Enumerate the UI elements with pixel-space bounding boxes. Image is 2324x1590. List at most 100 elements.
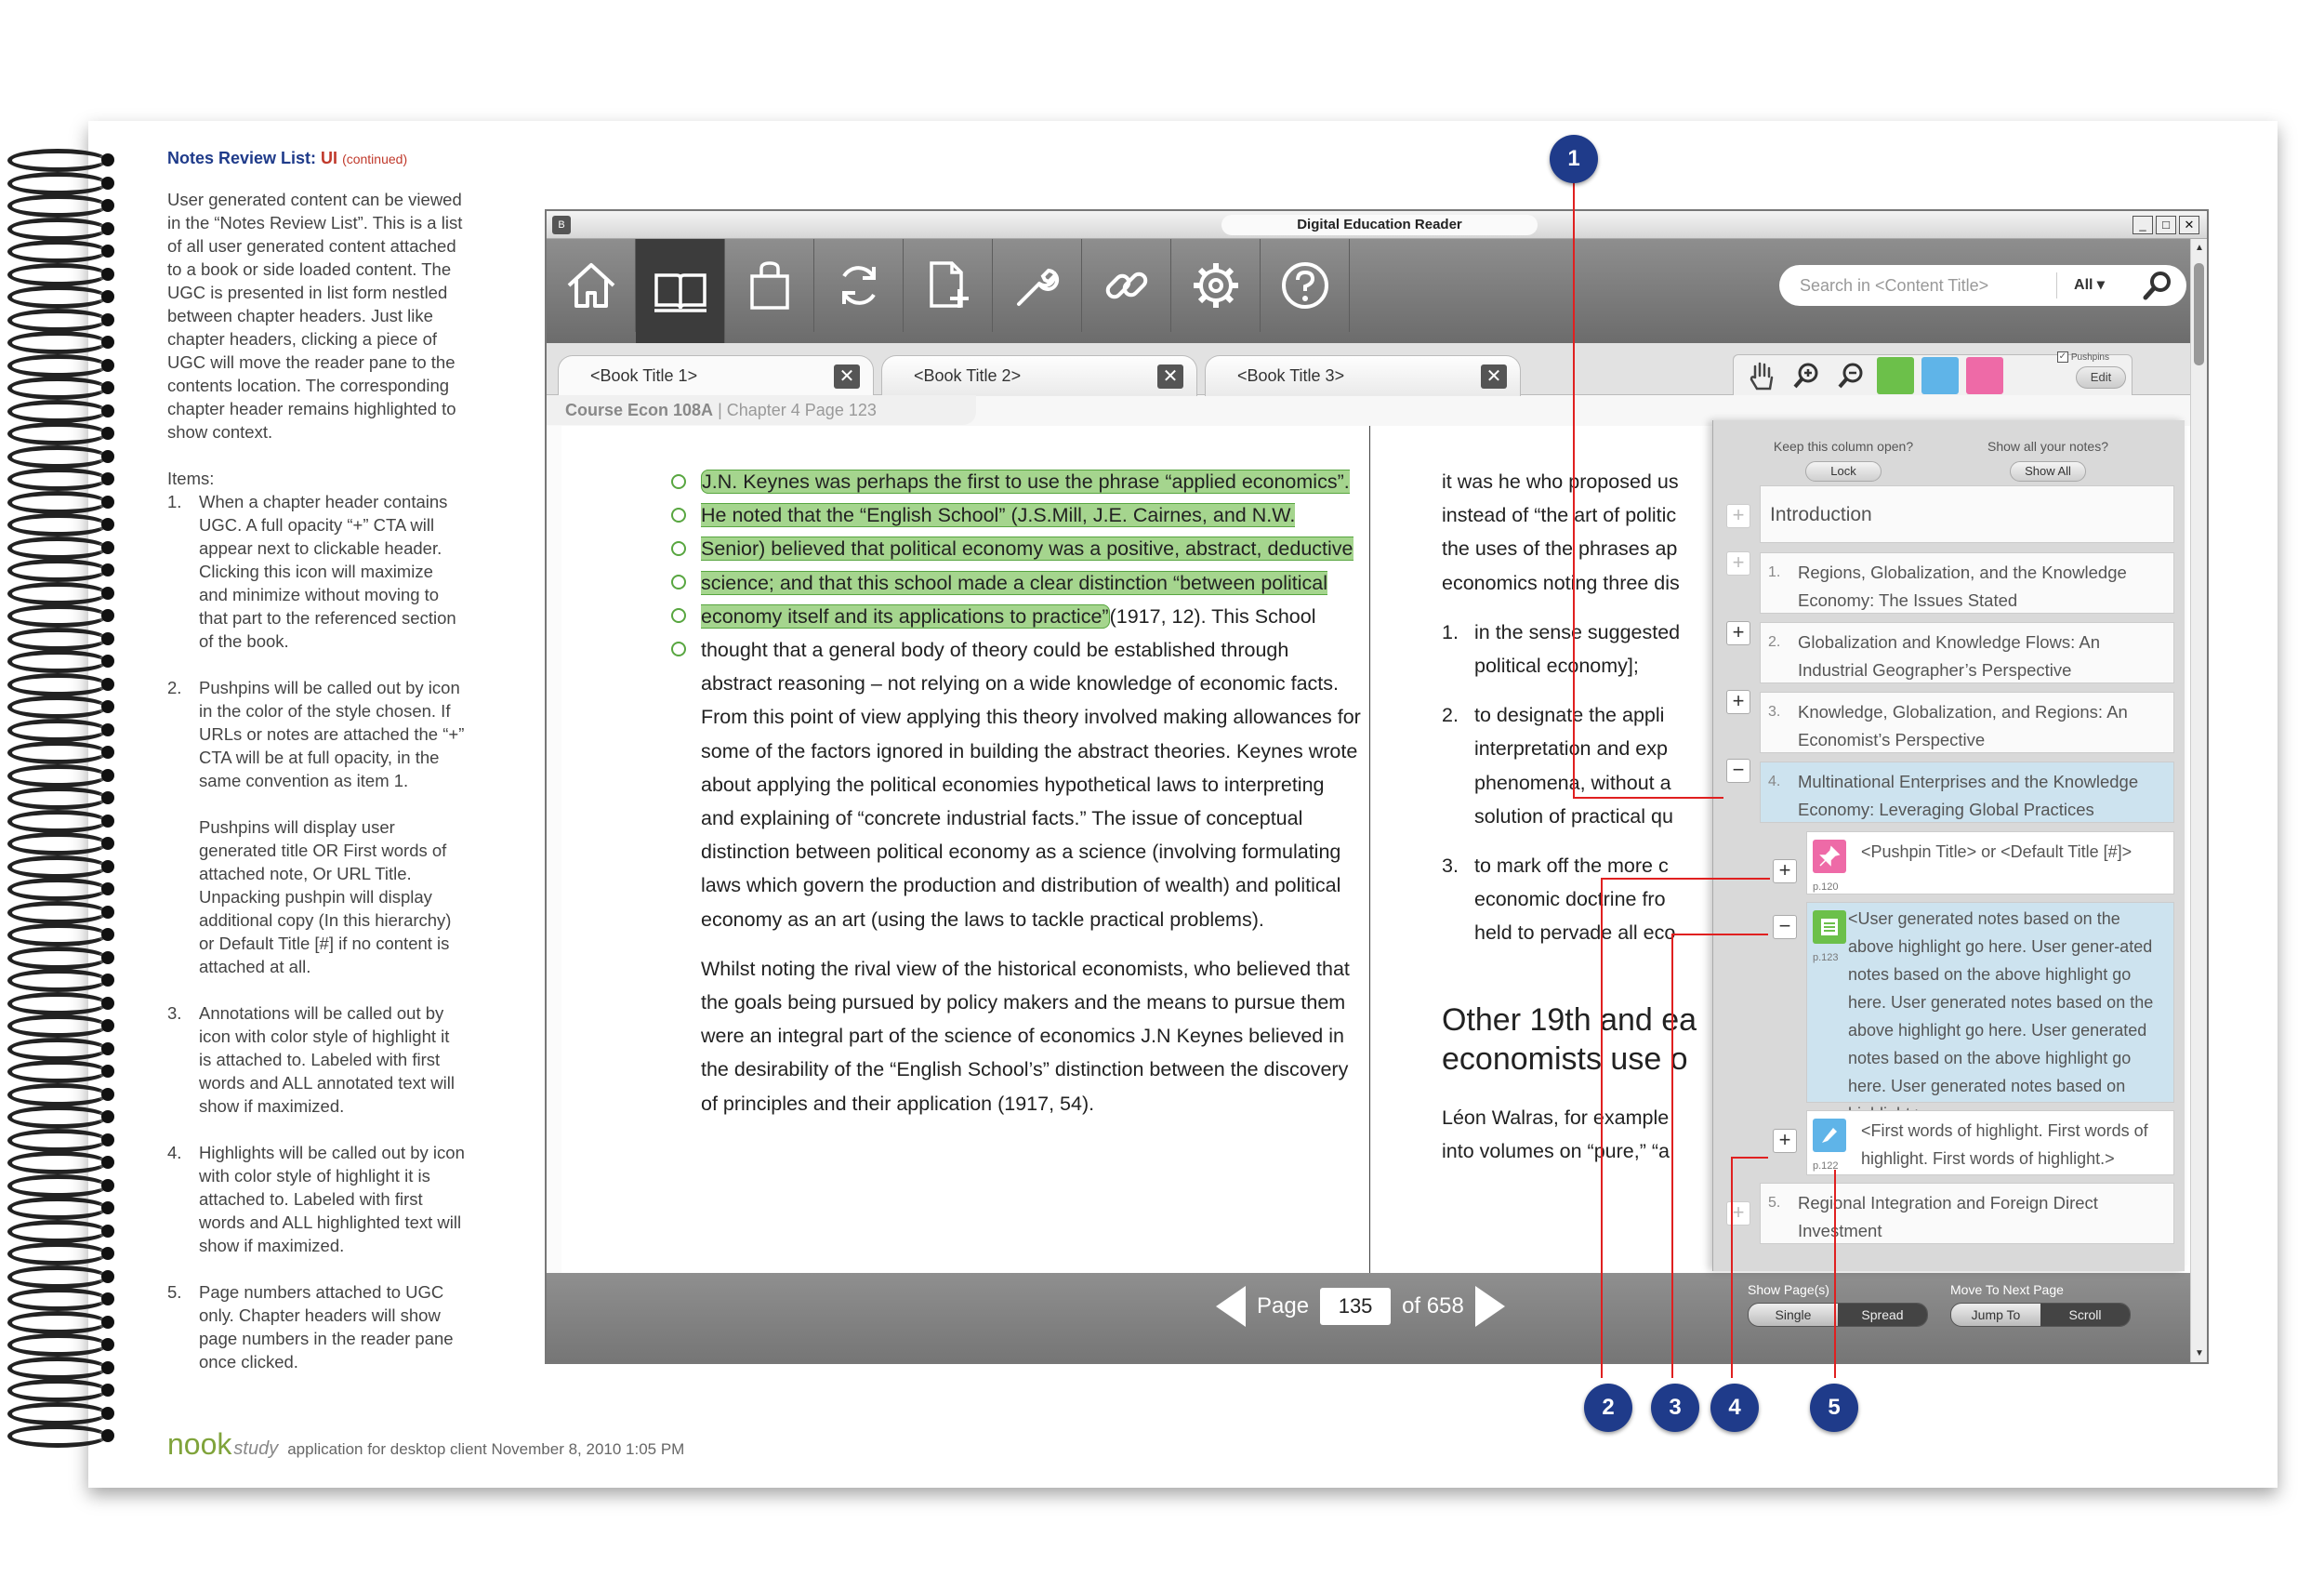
pan-button[interactable]	[1743, 357, 1780, 394]
doc-item: 5. Page numbers attached to UGC only. Cha…	[167, 1282, 454, 1371]
jump-to-button[interactable]: Jump To	[1951, 1304, 2040, 1326]
spiral-ring	[7, 991, 114, 1017]
chapter-introduction[interactable]: Introduction	[1760, 485, 2174, 543]
blue-pushpin-swatch[interactable]	[1921, 356, 1959, 394]
highlight-handles[interactable]	[671, 474, 686, 675]
highlight-item[interactable]: p.122 <First words of highlight. First w…	[1806, 1110, 2174, 1175]
spiral-ring	[7, 923, 114, 948]
annotation-item[interactable]: p.123 <User generated notes based on the…	[1806, 902, 2174, 1123]
settings-button[interactable]	[1171, 239, 1261, 332]
window-controls: _ □ ✕	[2133, 216, 2199, 234]
scroll-thumb[interactable]	[2194, 263, 2204, 365]
help-button[interactable]	[1261, 239, 1350, 332]
zoom-out-button[interactable]	[1832, 357, 1869, 394]
minimize-button[interactable]: _	[2133, 216, 2153, 234]
scroll-button[interactable]: Scroll	[2040, 1304, 2130, 1326]
close-icon[interactable]: ✕	[1481, 364, 1507, 389]
spiral-ring	[7, 536, 114, 562]
tab-book-1[interactable]: <Book Title 1> ✕	[558, 355, 874, 398]
wrench-icon	[1016, 268, 1059, 306]
expand-button[interactable]: +	[1773, 1129, 1797, 1153]
spiral-ring	[7, 1310, 114, 1336]
pushpins-toggle[interactable]: ✓ Pushpins	[2056, 351, 2109, 363]
pushpin-icon	[1813, 840, 1846, 873]
page-total: of 658	[1402, 1293, 1464, 1318]
expand-button[interactable]: +	[1726, 621, 1750, 645]
chapter-4[interactable]: 4. Multinational Enterprises and the Know…	[1760, 762, 2174, 823]
chapter-2[interactable]: 2. Globalization and Knowledge Flows: An …	[1760, 622, 2174, 683]
scroll-down-icon[interactable]: ▼	[2195, 1348, 2204, 1358]
note-icon	[1813, 910, 1846, 944]
spiral-ring	[7, 171, 114, 197]
spiral-ring	[7, 1151, 114, 1176]
next-page-icon[interactable]	[1474, 1286, 1505, 1327]
lock-button[interactable]: Lock	[1805, 461, 1882, 482]
spiral-binding	[7, 149, 114, 1451]
chapter-5[interactable]: 5. Regional Integration and Foreign Direc…	[1760, 1183, 2174, 1244]
move-next-toggle: Move To Next Page Jump To Scroll	[1950, 1282, 2131, 1327]
library-button[interactable]	[636, 239, 725, 365]
pink-pushpin-swatch[interactable]	[1966, 356, 2003, 394]
spiral-ring	[7, 581, 114, 607]
callout-line-3	[1671, 934, 1768, 935]
zoom-in-icon	[1793, 363, 1818, 388]
paragraph-line: Léon Walras, for example	[1442, 1106, 1670, 1129]
callout-5: 5	[1810, 1384, 1858, 1432]
shop-button[interactable]	[725, 239, 814, 332]
zoom-in-button[interactable]	[1788, 357, 1825, 394]
notes-review-panel: Keep this column open? Lock Show all you…	[1712, 420, 2185, 1271]
reader-window: B Digital Education Reader _ □ ✕ Search …	[545, 209, 2209, 1364]
link-button[interactable]	[1082, 239, 1171, 332]
vertical-scrollbar[interactable]: ▲ ▼	[2190, 239, 2207, 1362]
callout-3: 3	[1651, 1384, 1699, 1432]
green-pushpin-swatch[interactable]	[1877, 356, 1914, 394]
spiral-ring	[7, 878, 114, 903]
collapse-button[interactable]: −	[1726, 759, 1750, 783]
spiral-ring	[7, 900, 114, 926]
title-bar: B Digital Education Reader _ □ ✕	[547, 211, 2207, 239]
pushpin-item[interactable]: p.120 <Pushpin Title> or <Default Title …	[1806, 831, 2174, 894]
tab-book-3[interactable]: <Book Title 3> ✕	[1205, 355, 1521, 396]
spiral-ring	[7, 308, 114, 334]
paragraph-line: the uses of the phrases ap	[1442, 537, 1678, 561]
chapter-3[interactable]: 3. Knowledge, Globalization, and Regions:…	[1760, 692, 2174, 753]
previous-page-icon[interactable]	[1216, 1286, 1246, 1327]
spiral-ring	[7, 353, 114, 379]
expand-button[interactable]: +	[1726, 690, 1750, 714]
callout-line-2	[1601, 878, 1770, 880]
add-document-button[interactable]	[904, 239, 993, 332]
sync-button[interactable]	[814, 239, 904, 332]
show-all-button[interactable]: Show All	[2010, 461, 2086, 482]
paragraph-line: into volumes on “pure,” “a	[1442, 1139, 1670, 1162]
close-icon[interactable]: ✕	[834, 364, 860, 389]
spiral-ring	[7, 969, 114, 994]
chapter-1[interactable]: 1. Regions, Globalization, and the Knowle…	[1760, 552, 2174, 614]
spiral-ring	[7, 718, 114, 744]
close-button[interactable]: ✕	[2179, 216, 2199, 234]
tab-book-2[interactable]: <Book Title 2> ✕	[881, 355, 1197, 396]
collapse-button[interactable]: −	[1773, 915, 1797, 939]
edit-button[interactable]: Edit	[2076, 366, 2126, 389]
scroll-up-icon[interactable]: ▲	[2195, 243, 2204, 253]
sync-icon	[841, 266, 876, 305]
paragraph-line: instead of “the art of politic	[1442, 504, 1677, 527]
expand-button[interactable]: +	[1773, 859, 1797, 883]
search-input[interactable]: Search in <Content Title> All ▾	[1779, 265, 2186, 306]
search-scope-select[interactable]: All ▾	[2056, 272, 2121, 298]
paragraph-line: it was he who proposed us	[1442, 470, 1679, 493]
spread-page-button[interactable]: Spread	[1838, 1304, 1927, 1326]
doc-item: 1. When a chapter header contains UGC. A …	[167, 492, 456, 651]
spiral-ring	[7, 377, 114, 402]
home-button[interactable]	[547, 239, 636, 332]
close-icon[interactable]: ✕	[1157, 364, 1183, 389]
expand-button: +	[1726, 551, 1750, 576]
page-number-input[interactable]: 135	[1320, 1288, 1392, 1325]
doc-intro: User generated content can be viewed in …	[167, 190, 463, 442]
maximize-button[interactable]: □	[2156, 216, 2176, 234]
spiral-ring	[7, 217, 114, 243]
tools-button[interactable]	[993, 239, 1082, 332]
single-page-button[interactable]: Single	[1749, 1304, 1838, 1326]
spiral-ring	[7, 627, 114, 653]
checkbox-icon[interactable]: ✓	[2056, 351, 2068, 363]
search-icon[interactable]	[2142, 270, 2173, 301]
